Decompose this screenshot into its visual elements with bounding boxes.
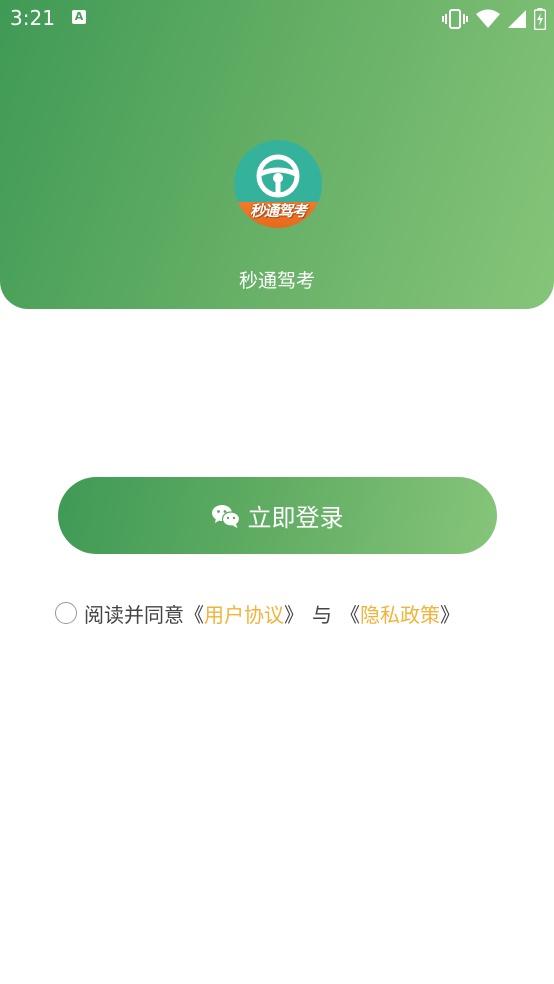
status-icons xyxy=(442,8,546,30)
wifi-icon xyxy=(476,9,500,28)
agree-checkbox[interactable] xyxy=(55,602,77,624)
login-label: 立即登录 xyxy=(247,504,344,532)
bracket-open: 《 xyxy=(340,602,360,627)
wechat-icon xyxy=(211,504,240,528)
status-time: 3:21 xyxy=(10,6,55,30)
app-name: 秒通驾考 xyxy=(238,270,315,292)
bracket-close: 》 xyxy=(440,602,460,627)
logo-text: 秒通驾考 xyxy=(249,202,307,220)
login-screen: 3:21 A 秒通驾考 秒通驾考 立即登录 阅读并同意 《 用户协议 》 与 《… xyxy=(0,0,554,984)
battery-charging-icon xyxy=(534,8,546,30)
user-agreement-link[interactable]: 用户协议 xyxy=(204,599,284,628)
bracket-open: 《 xyxy=(184,602,204,627)
app-logo: 秒通驾考 xyxy=(234,140,322,228)
signal-icon xyxy=(508,10,526,28)
privacy-policy-link[interactable]: 隐私政策 xyxy=(360,599,440,628)
login-button[interactable]: 立即登录 xyxy=(58,477,497,554)
status-bar: 3:21 A xyxy=(0,0,554,38)
header-banner: 3:21 A 秒通驾考 秒通驾考 xyxy=(0,0,554,309)
vibrate-icon xyxy=(442,9,468,29)
agreement-row: 阅读并同意 《 用户协议 》 与 《 隐私政策 》 xyxy=(55,599,460,627)
steering-wheel-icon xyxy=(256,154,300,198)
bracket-close: 》 xyxy=(284,602,304,627)
agreement-conjunction: 与 xyxy=(312,602,332,627)
notification-icon: A xyxy=(72,10,86,24)
agreement-prefix: 阅读并同意 xyxy=(84,602,184,627)
